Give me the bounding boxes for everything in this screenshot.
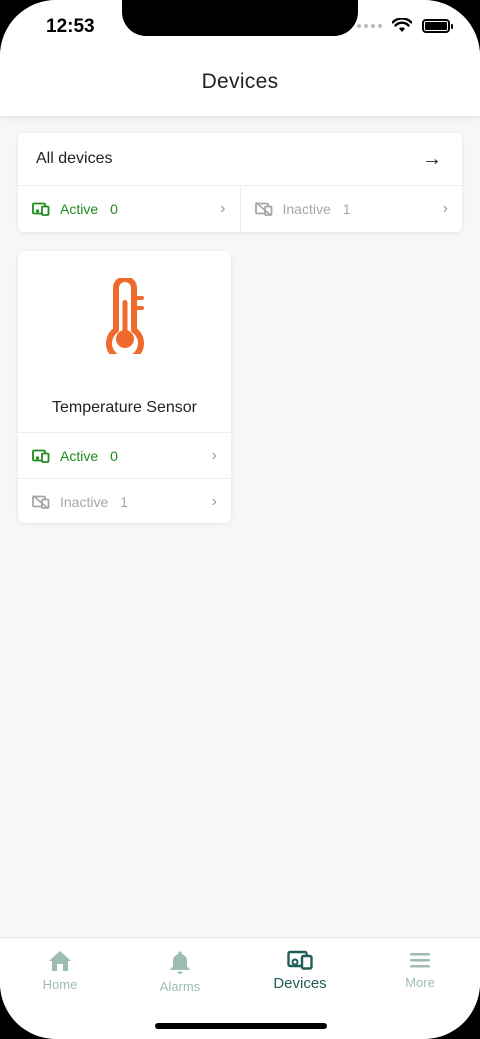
- chevron-right-icon: ›: [442, 200, 448, 217]
- bell-icon: [170, 951, 190, 974]
- nav-item-home[interactable]: Home: [0, 938, 120, 1039]
- type-active-row[interactable]: Active 0 ›: [18, 432, 231, 478]
- nav-label: Alarms: [159, 979, 201, 994]
- inactive-count: 1: [342, 201, 351, 217]
- all-devices-header[interactable]: All devices →: [18, 133, 462, 186]
- active-count: 0: [110, 447, 118, 464]
- devices-icon: [287, 950, 313, 970]
- inactive-label: Inactive: [282, 201, 331, 217]
- chevron-right-icon: ›: [211, 446, 217, 464]
- all-devices-card: All devices → Active 0 › Inactive 1 ›: [18, 133, 462, 232]
- devices-active-icon: [32, 202, 50, 216]
- status-icons: [357, 18, 453, 33]
- chevron-right-icon: ›: [211, 492, 217, 510]
- type-inactive-row[interactable]: Inactive 1 ›: [18, 478, 231, 524]
- active-label: Active: [60, 447, 99, 464]
- devices-inactive-icon: [32, 494, 50, 509]
- all-devices-stats: Active 0 › Inactive 1 ›: [18, 186, 462, 232]
- status-time: 12:53: [46, 16, 95, 37]
- wifi-icon: [392, 18, 412, 32]
- app-header: 12:53 Devices: [0, 0, 480, 116]
- thermometer-icon: [106, 278, 144, 354]
- all-devices-title: All devices: [36, 150, 113, 167]
- active-count: 0: [110, 201, 118, 217]
- home-indicator[interactable]: [155, 1023, 327, 1029]
- all-active-stat[interactable]: Active 0 ›: [18, 186, 240, 232]
- notch: [122, 0, 358, 36]
- device-type-name: Temperature Sensor: [52, 399, 197, 416]
- nav-label: Devices: [273, 975, 327, 992]
- nav-item-more[interactable]: More: [360, 938, 480, 1039]
- inactive-label: Inactive: [60, 493, 109, 510]
- device-type-card[interactable]: Temperature Sensor Active 0 › Inactive 1…: [18, 251, 231, 523]
- chevron-right-icon: ›: [220, 200, 226, 217]
- battery-icon: [422, 18, 453, 33]
- nav-label: Home: [42, 977, 78, 992]
- home-icon: [49, 951, 71, 971]
- nav-label: More: [405, 975, 435, 990]
- devices-inactive-icon: [254, 202, 272, 216]
- phone-screen: 12:53 Devices All devices → Active 0 › I…: [0, 0, 480, 1039]
- active-label: Active: [60, 201, 99, 217]
- all-inactive-stat[interactable]: Inactive 1 ›: [239, 186, 463, 232]
- arrow-right-icon[interactable]: →: [422, 148, 442, 171]
- signal-icon: [357, 23, 382, 28]
- inactive-count: 1: [120, 493, 129, 510]
- menu-icon: [410, 953, 430, 968]
- page-title: Devices: [201, 70, 279, 93]
- devices-active-icon: [32, 449, 50, 463]
